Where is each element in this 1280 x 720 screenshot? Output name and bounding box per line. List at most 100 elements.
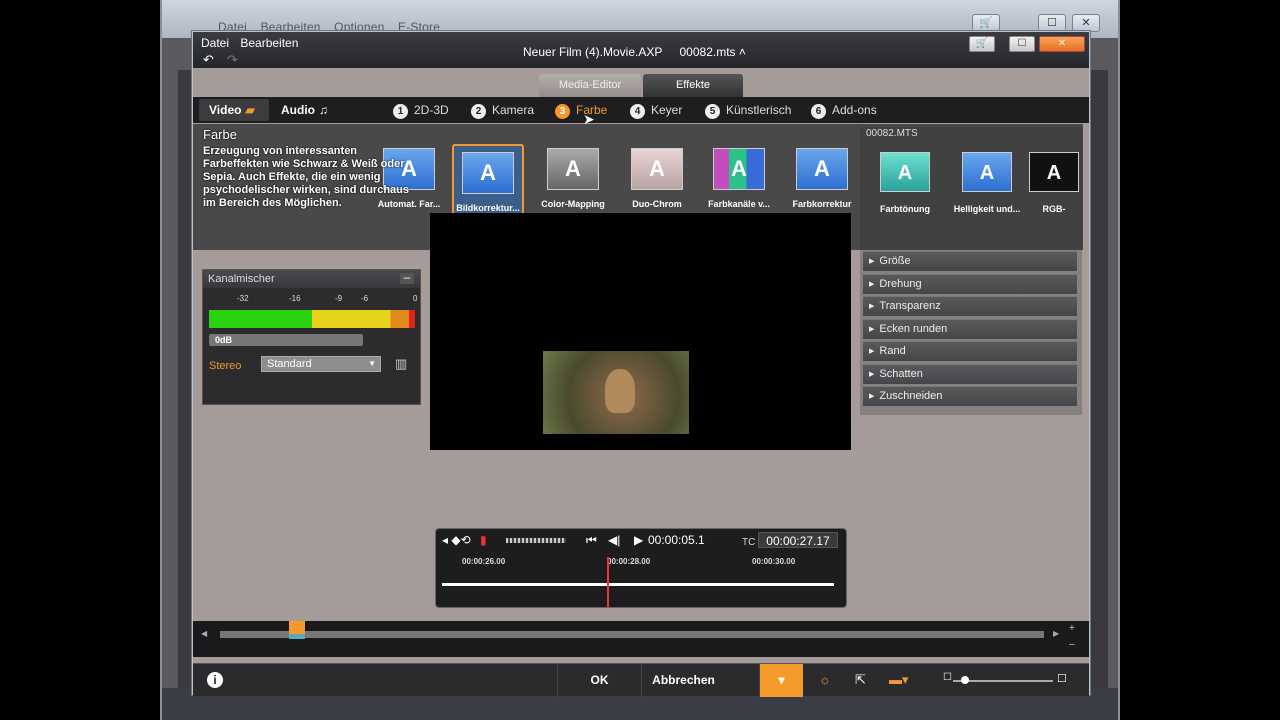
zoom-knob[interactable]	[961, 676, 969, 684]
effect-bildkorrektur[interactable]: A Bildkorrektur...	[452, 144, 524, 216]
effect-thumbnail: A	[631, 148, 683, 190]
info-icon[interactable]: i	[207, 672, 223, 688]
ok-button[interactable]: OK	[557, 664, 641, 697]
scrub-bar: ◀ ▶ + –	[193, 621, 1089, 657]
zoom-in-icon[interactable]: +	[1069, 623, 1075, 634]
audio-label: Audio	[281, 103, 315, 117]
scrub-marker[interactable]	[289, 621, 305, 639]
audio-button[interactable]: Audio ♫	[281, 99, 328, 121]
category-number: 1	[393, 104, 408, 119]
effect-thumbnail: A	[547, 148, 599, 190]
effect-editor-window: Datei Bearbeiten ↶ ↷ Neuer Film (4).Movi…	[192, 31, 1090, 697]
cart-button[interactable]: 🛒	[969, 36, 995, 52]
prop-zuschneiden[interactable]: Zuschneiden	[863, 386, 1077, 406]
footer-bar: i OK Abbrechen ▾ ☼ ⇱ ▬▾ ☐ ☐	[193, 663, 1089, 697]
prop-drehung[interactable]: Drehung	[863, 274, 1077, 294]
effect-thumbnail: A	[1029, 152, 1079, 192]
prop-transparenz[interactable]: Transparenz	[863, 296, 1077, 316]
tab-effects[interactable]: Effekte	[643, 74, 743, 97]
maximize-button[interactable]: ☐	[1009, 36, 1035, 52]
cart-icon: 🛒	[975, 38, 989, 49]
bg-close-button[interactable]: ✕	[1072, 14, 1100, 32]
video-frame	[543, 351, 689, 434]
zoom-out-icon[interactable]: –	[1069, 639, 1075, 650]
category-keyer[interactable]: 4 Keyer	[630, 101, 682, 119]
shuttle-icon[interactable]: ◂ ◆⟲	[442, 533, 471, 547]
export-icon[interactable]: ⇱	[855, 672, 866, 688]
category-farbe[interactable]: 3 Farbe	[555, 101, 607, 119]
prop-schatten[interactable]: Schatten	[863, 364, 1077, 384]
effect-duo-chrom[interactable]: A Duo-Chrom	[621, 148, 693, 209]
play-icon[interactable]: ▶	[634, 533, 643, 547]
effect-farbtoenung[interactable]: A Farbtönung	[869, 152, 941, 214]
tooltip-body: Erzeugung von interessanten Farbeffekten…	[203, 145, 410, 209]
scale-label: -9	[335, 294, 343, 303]
collapse-button[interactable]: –	[400, 271, 414, 284]
category-addons[interactable]: 6 Add-ons	[811, 101, 877, 119]
bg-cart-button[interactable]: 🛒	[972, 14, 1000, 32]
effect-thumbnail: A	[962, 152, 1012, 192]
effect-color-mapping[interactable]: A Color-Mapping	[537, 148, 609, 209]
marker-icon[interactable]: ▮	[480, 533, 487, 547]
prop-rand[interactable]: Rand	[863, 341, 1077, 361]
stereo-label: Stereo	[209, 360, 242, 372]
playhead[interactable]	[607, 557, 609, 607]
video-preview[interactable]	[430, 213, 851, 450]
audio-level-meter	[209, 310, 415, 328]
effect-farbkanaele[interactable]: A Farbkanäle v...	[703, 148, 775, 209]
zoom-large-icon: ☐	[1057, 673, 1067, 685]
scale-label: -16	[289, 294, 301, 303]
close-icon: ✕	[1057, 38, 1067, 49]
effect-thumbnail: A	[462, 152, 514, 194]
volume-slider[interactable]: 0dB	[209, 334, 363, 346]
zoom-small-icon: ☐	[943, 672, 952, 683]
effect-category-bar: Video ▰ Audio ♫ 1 2D-3D 2 Kamera 3 Farbe 4 Key…	[193, 97, 1089, 127]
effect-rgb[interactable]: A RGB-	[1029, 152, 1079, 214]
close-button[interactable]: ✕	[1039, 36, 1085, 52]
bg-maximize-button[interactable]: ☐	[1038, 14, 1066, 32]
effect-label: Duo-Chrom	[632, 199, 682, 209]
category-label: 2D-3D	[414, 103, 449, 117]
video-button[interactable]: Video ▰	[199, 99, 269, 121]
step-back-icon[interactable]: ◀|	[608, 533, 620, 547]
menu-bearbeiten[interactable]: Bearbeiten	[240, 36, 298, 50]
prop-groesse[interactable]: Größe	[863, 251, 1077, 271]
render-mode-icon: ▾	[778, 673, 785, 687]
tick-label: 00:00:30.00	[752, 557, 796, 566]
menu-datei[interactable]: Datei	[201, 36, 229, 50]
color-picker-icon[interactable]: ▬▾	[889, 672, 909, 688]
tick-label: 00:00:26.00	[462, 557, 506, 566]
bg-right-panel	[1088, 70, 1108, 690]
category-label: Kamera	[492, 103, 535, 117]
render-mode-button[interactable]: ▾	[759, 664, 803, 697]
scroll-right-icon[interactable]: ▶	[1053, 629, 1059, 638]
channel-mixer-header: Kanalmischer –	[203, 270, 420, 288]
settings-sun-icon[interactable]: ☼	[819, 672, 831, 687]
effect-helligkeit[interactable]: A Helligkeit und...	[951, 152, 1023, 214]
effect-farbkorrektur[interactable]: A Farbkorrektur	[786, 148, 858, 209]
timecode-display[interactable]: 00:00:27.17	[758, 532, 838, 548]
undo-icon[interactable]: ↶	[203, 52, 214, 68]
mixer-settings-icon[interactable]: ▥	[395, 356, 407, 372]
prop-ecken-runden[interactable]: Ecken runden	[863, 319, 1077, 339]
scale-label: 0	[413, 294, 418, 303]
effect-label: RGB-	[1042, 204, 1066, 214]
jog-wheel[interactable]	[506, 538, 566, 543]
effect-label: Farbtönung	[880, 204, 930, 214]
redo-icon[interactable]: ↷	[227, 52, 238, 68]
timeline-track[interactable]	[442, 583, 834, 586]
category-number: 2	[471, 104, 486, 119]
category-kamera[interactable]: 2 Kamera	[471, 101, 534, 119]
skip-back-icon[interactable]: ⏮	[586, 533, 597, 548]
category-kuenstlerisch[interactable]: 5 Künstlerisch	[705, 101, 791, 119]
scroll-left-icon[interactable]: ◀	[201, 629, 207, 638]
effect-label: Farbkorrektur	[792, 199, 852, 209]
window-title: Neuer Film (4).Movie.AXP 00082.mts ˄	[523, 45, 746, 59]
zoom-slider[interactable]	[953, 676, 1053, 684]
cancel-button[interactable]: Abbrechen	[641, 664, 725, 697]
stereo-dropdown[interactable]: Standard	[261, 356, 381, 372]
scrub-track[interactable]	[220, 631, 1044, 638]
tab-media-editor[interactable]: Media-Editor	[539, 74, 641, 97]
category-2d-3d[interactable]: 1 2D-3D	[393, 101, 449, 119]
effect-thumbnail: A	[713, 148, 765, 190]
